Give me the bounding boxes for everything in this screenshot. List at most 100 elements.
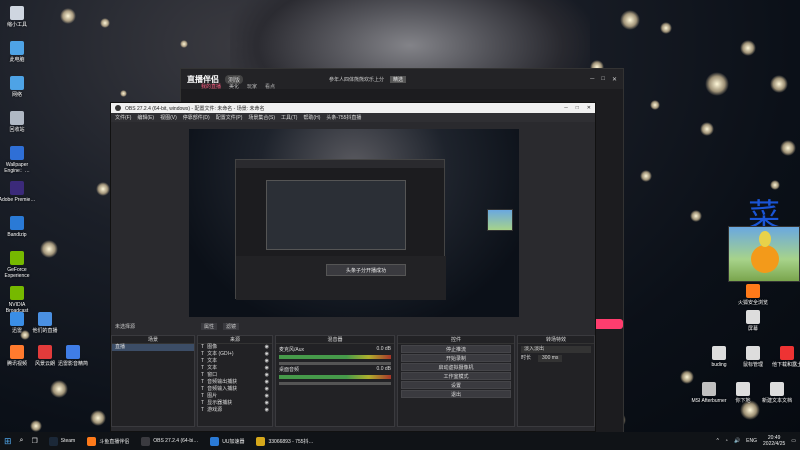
desktop-icon[interactable]: buding [700, 346, 738, 368]
obs-menu-item[interactable]: 文件(F) [115, 114, 131, 121]
obs-menu-item[interactable]: 编辑(E) [137, 114, 154, 121]
desktop-icon[interactable]: 他下载和露土 [768, 346, 800, 368]
control-button[interactable]: 设置 [401, 381, 511, 389]
visibility-eye-icon[interactable]: ◉ [265, 365, 269, 372]
desktop-icon[interactable]: 缩小工具 [0, 6, 36, 28]
control-button[interactable]: 启动虚拟摄像机 [401, 363, 511, 371]
desktop-icon[interactable]: 火狐安全浏览 [734, 284, 772, 306]
visibility-eye-icon[interactable]: ◉ [265, 393, 269, 400]
source-item[interactable]: T 窗口 ◉ [198, 372, 272, 379]
companion-tab[interactable]: 看点 [265, 83, 275, 90]
volume-slider[interactable] [279, 382, 391, 385]
featured-chip[interactable]: 精选 [390, 75, 407, 83]
source-item[interactable]: T 文本 ◉ [198, 358, 272, 365]
obs-menu-item[interactable]: 停靠部件(D) [183, 114, 210, 121]
scene-item[interactable]: 直播 [112, 344, 194, 351]
desktop-icon[interactable]: NVIDIA Broadcast [0, 286, 36, 314]
source-item[interactable]: T 音频输入捕获 ◉ [198, 386, 272, 393]
minimize-icon[interactable]: ─ [564, 105, 568, 111]
filters-button[interactable]: 滤镜 [223, 322, 240, 330]
source-type-icon: T [201, 372, 205, 378]
duration-input[interactable]: 300 ms [538, 355, 563, 362]
desktop-icon[interactable]: GeForce Experience [0, 251, 36, 279]
desktop-icon[interactable]: Bandizip [0, 216, 36, 238]
desktop-icon[interactable]: 屏幕 [734, 310, 772, 332]
desktop-icon[interactable]: MSI Afterburner [690, 382, 728, 404]
obs-menu-item[interactable]: 帮助(H) [303, 114, 320, 121]
volume-icon[interactable]: 🔊 [734, 438, 740, 444]
desktop-icon[interactable]: 网络 [0, 76, 36, 98]
app-icon [10, 216, 24, 230]
control-button[interactable]: 停止推流 [401, 345, 511, 353]
search-icon[interactable]: ⌕ [20, 437, 24, 445]
visibility-eye-icon[interactable]: ◉ [265, 379, 269, 386]
obs-menu-item[interactable]: 配置文件(P) [216, 114, 243, 121]
scenes-dock: 场景 直播 [111, 335, 195, 427]
taskbar-app[interactable]: UU加速器 [207, 432, 247, 450]
bokeh-light [40, 240, 58, 258]
wifi-icon[interactable]: ◔ [725, 438, 728, 444]
app-icon [10, 111, 24, 125]
desktop-icon[interactable]: 此电脑 [0, 41, 36, 63]
minimize-icon[interactable]: ─ [590, 76, 594, 83]
desktop-icon[interactable]: Wallpaper Engine：… [0, 146, 36, 174]
source-label: 窗口 [207, 372, 218, 378]
taskbar-app[interactable]: 斗鱼直播伴侣 [84, 432, 132, 450]
desktop-icon[interactable]: 迅雷影音精简 [54, 345, 92, 367]
maximize-icon[interactable]: □ [576, 105, 579, 111]
visibility-eye-icon[interactable]: ◉ [265, 351, 269, 358]
obs-menu-item[interactable]: 视图(V) [160, 114, 177, 121]
obs-logo-icon [115, 105, 121, 111]
companion-tab[interactable]: 玩家 [247, 83, 257, 90]
desktop-icon[interactable]: 回收站 [0, 111, 36, 133]
desktop-icon[interactable]: Adobe Premie… [0, 181, 36, 203]
app-icon [10, 251, 24, 265]
close-icon[interactable]: ✕ [587, 105, 591, 111]
obs-window[interactable]: OBS 27.2.4 (64-bit, windows) - 配置文件: 未命名… [110, 102, 596, 432]
obs-menu-item[interactable]: 场景集合(S) [248, 114, 275, 121]
companion-tab[interactable]: 美化 [229, 83, 239, 90]
windows-start-icon[interactable]: ⊞ [4, 436, 12, 447]
desktop-icon[interactable]: 鼠标管理 [734, 346, 772, 368]
visibility-eye-icon[interactable]: ◉ [265, 372, 269, 379]
clock[interactable]: 20:49 2022/4/25 [763, 435, 785, 447]
go-live-button[interactable] [593, 319, 623, 329]
source-item[interactable]: T 图像 ◉ [198, 344, 272, 351]
app-icon [780, 346, 794, 360]
source-item[interactable]: T 文本 ◉ [198, 365, 272, 372]
taskbar-app[interactable]: OBS 27.2.4 (64-bi… [138, 432, 201, 450]
desktop-icon[interactable]: 他们的直播 [26, 312, 64, 334]
source-item[interactable]: T 显示器捕获 ◉ [198, 400, 272, 407]
maximize-icon[interactable]: □ [601, 76, 605, 83]
properties-button[interactable]: 属性 [201, 322, 218, 330]
visibility-eye-icon[interactable]: ◉ [265, 407, 269, 414]
obs-menu-item[interactable]: 头条-755抖直播 [326, 114, 361, 121]
desktop-icon[interactable]: 新建文本文档 [758, 382, 796, 404]
taskbar-app[interactable]: 33066893 - 755抖… [253, 432, 316, 450]
visibility-eye-icon[interactable]: ◉ [265, 386, 269, 393]
obs-menu-item[interactable]: 工具(T) [281, 114, 297, 121]
transition-type-select[interactable]: 淡入淡出 [521, 346, 591, 353]
companion-tab[interactable]: 我的直播 [201, 83, 221, 90]
source-item[interactable]: T 图片 ◉ [198, 393, 272, 400]
taskbar-app-label: Steam [60, 438, 76, 444]
source-item[interactable]: T 游戏源 ◉ [198, 407, 272, 414]
taskbar-app[interactable]: Steam [46, 432, 78, 450]
visibility-eye-icon[interactable]: ◉ [265, 344, 269, 351]
visibility-eye-icon[interactable]: ◉ [265, 358, 269, 365]
control-button[interactable]: 工作室模式 [401, 372, 511, 380]
task-view-icon[interactable]: ❐ [31, 437, 37, 445]
bokeh-light [30, 420, 42, 432]
input-language[interactable]: ENG [746, 438, 757, 444]
notification-icon[interactable]: ▭ [791, 438, 796, 444]
source-item[interactable]: T 文本 (GDI+) ◉ [198, 351, 272, 358]
visibility-eye-icon[interactable]: ◉ [265, 400, 269, 407]
control-button[interactable]: 退出 [401, 390, 511, 398]
obs-preview-canvas[interactable]: 头条子分开播成功 [189, 129, 519, 317]
control-button[interactable]: 开始录制 [401, 354, 511, 362]
source-item[interactable]: T 音频输出捕获 ◉ [198, 379, 272, 386]
tray-chevron-icon[interactable]: ^ [717, 438, 719, 444]
close-icon[interactable]: ✕ [612, 76, 617, 83]
app-icon [10, 345, 24, 359]
desktop-icon[interactable]: 你下地 [724, 382, 762, 404]
